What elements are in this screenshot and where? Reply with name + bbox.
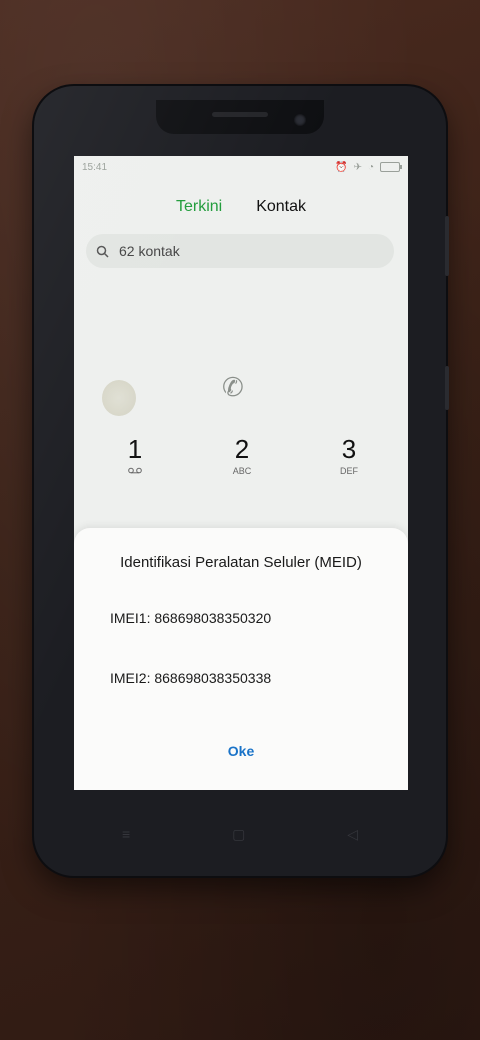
dialpad-key-1[interactable]: 1	[90, 434, 180, 476]
wifi-icon: ◔	[367, 161, 374, 173]
power-button	[445, 216, 449, 276]
key-letters: DEF	[340, 466, 358, 476]
status-time: 15:41	[82, 161, 108, 173]
ok-button[interactable]: Oke	[74, 742, 408, 760]
phone-handset-icon: ✆	[222, 372, 244, 402]
recent-list-area: ✆	[74, 268, 408, 418]
speaker-grille	[212, 112, 268, 117]
airplane-icon: ✈	[353, 161, 362, 173]
search-icon	[96, 245, 109, 258]
key-number: 2	[234, 434, 250, 464]
home-icon[interactable]: ▢	[232, 826, 245, 843]
volume-button	[445, 366, 449, 410]
dialog-title: Identifikasi Peralatan Seluler (MEID)	[120, 554, 362, 571]
key-letters: ABC	[232, 466, 252, 476]
key-number: 1	[127, 434, 143, 464]
dialpad-key-3[interactable]: 3 DEF	[304, 434, 394, 476]
alarm-icon: ⏰	[335, 161, 348, 173]
meid-dialog: Identifikasi Peralatan Seluler (MEID) IM…	[74, 528, 408, 790]
tab-bar: Terkini Kontak	[74, 194, 408, 220]
imei2-text: IMEI2: 868698038350338	[110, 670, 272, 686]
dialpad: 1 2 ABC 3 DEF	[74, 434, 408, 476]
imei1-text: IMEI1: 868698038350320	[110, 610, 272, 626]
search-placeholder: 62 kontak	[119, 243, 180, 259]
phone-screen: 15:41 ⏰ ✈ ◔ Terkini Kontak 62 kontak ✆ 1…	[74, 156, 408, 790]
phone-device: 15:41 ⏰ ✈ ◔ Terkini Kontak 62 kontak ✆ 1…	[34, 86, 449, 876]
back-icon[interactable]: ◁	[347, 826, 358, 843]
empty-illustration	[102, 380, 136, 416]
search-bar[interactable]: 62 kontak	[86, 234, 394, 268]
menu-icon[interactable]: ≡	[122, 826, 130, 843]
status-icons: ⏰ ✈ ◔	[335, 161, 402, 173]
tab-kontak[interactable]: Kontak	[256, 198, 306, 216]
voicemail-icon	[90, 466, 180, 476]
dialpad-key-2[interactable]: 2 ABC	[197, 434, 287, 476]
battery-icon	[380, 162, 402, 172]
camera-icon	[294, 114, 306, 126]
tab-terkini[interactable]: Terkini	[176, 198, 222, 216]
status-bar: 15:41 ⏰ ✈ ◔	[74, 156, 408, 178]
key-number: 3	[341, 434, 357, 464]
nav-bar: ≡ ▢ ◁	[122, 826, 358, 843]
